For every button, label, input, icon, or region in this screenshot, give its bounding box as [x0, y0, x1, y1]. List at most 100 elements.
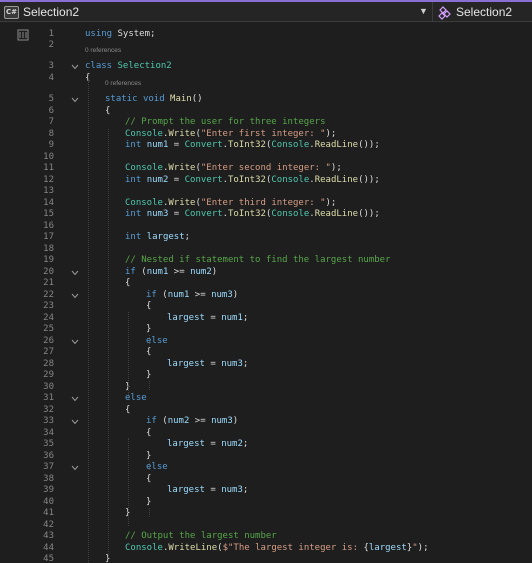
code-line[interactable]: 2 [0, 40, 532, 52]
code-token: largest [167, 313, 205, 323]
code-text: // Output the largest number [125, 531, 277, 543]
code-line[interactable]: 28 largest = num3; [0, 359, 532, 371]
code-line[interactable]: 34 { [0, 428, 532, 440]
code-line[interactable]: 27 { [0, 347, 532, 359]
code-line[interactable]: 1 using System; [0, 29, 532, 41]
code-line[interactable]: 7 // Prompt the user for three integers [0, 117, 532, 129]
project-dropdown[interactable]: C# Selection2 ▼ [0, 2, 432, 22]
code-line[interactable]: 44 Console.WriteLine($"The largest intege… [0, 543, 532, 555]
code-token: { [146, 428, 152, 438]
code-line[interactable]: 21 { [0, 278, 532, 290]
code-token: ) [211, 267, 218, 277]
code-line[interactable]: 16 [0, 221, 532, 233]
line-number: 44 [43, 543, 54, 553]
code-token: largest [167, 485, 205, 495]
code-line[interactable]: 23 { [0, 301, 532, 313]
fold-chevron-icon[interactable] [71, 419, 79, 425]
line-number: 37 [43, 462, 54, 472]
code-line[interactable]: 14 Console.Write("Enter third integer: ")… [0, 198, 532, 210]
code-line[interactable]: 5 static void Main() [0, 94, 532, 106]
line-number: 32 [43, 405, 54, 415]
line-number: 7 [48, 117, 54, 127]
code-line[interactable]: 13 [0, 186, 532, 198]
fold-chevron-icon[interactable] [71, 270, 79, 276]
line-number: 30 [43, 382, 54, 392]
code-line[interactable]: 26 else [0, 336, 532, 348]
code-token: "Enter third integer: " [200, 198, 326, 208]
code-line[interactable]: 11 Console.Write("Enter second integer: "… [0, 163, 532, 175]
code-line[interactable]: 10 [0, 152, 532, 164]
line-number: 6 [48, 106, 54, 116]
code-line[interactable]: 8 Console.Write("Enter first integer: "); [0, 129, 532, 141]
code-line[interactable]: 19 // Nested if statement to find the lar… [0, 255, 532, 267]
code-text: Console.WriteLine($"The largest integer … [125, 543, 429, 555]
code-line[interactable]: 4{ [0, 73, 532, 85]
code-token: int [125, 232, 142, 242]
fold-chevron-icon[interactable] [71, 64, 79, 70]
code-token: num3 [221, 359, 243, 369]
code-text: { [125, 405, 130, 417]
code-line[interactable]: 45} [0, 554, 532, 563]
code-line[interactable]: 29} [0, 370, 532, 382]
line-number: 26 [43, 336, 54, 346]
code-token: = [204, 485, 222, 495]
code-line[interactable]: 25} [0, 324, 532, 336]
code-editor[interactable]: 0 references 0 references 1 using System;… [0, 23, 532, 563]
code-token: ; [242, 359, 249, 369]
code-line[interactable]: 20 if (num1 >= num2) [0, 267, 532, 279]
code-token: Selection2 [117, 61, 172, 71]
code-line[interactable]: 37 else [0, 462, 532, 474]
code-text: Console.Write("Enter second integer: "); [125, 163, 342, 175]
code-token: ToInt32 [228, 175, 266, 185]
code-line[interactable]: 22 if (num1 >= num3) [0, 290, 532, 302]
code-line[interactable]: 38 { [0, 474, 532, 486]
code-line[interactable]: 30} [0, 382, 532, 394]
code-line[interactable]: 3 class Selection2 [0, 61, 532, 73]
code-line[interactable]: 36} [0, 451, 532, 463]
code-line[interactable]: 12 int num2 = Convert.ToInt32(Console.Rea… [0, 175, 532, 187]
code-line[interactable]: 32 { [0, 405, 532, 417]
code-line[interactable]: 39 largest = num3; [0, 485, 532, 497]
fold-chevron-icon[interactable] [71, 339, 79, 345]
code-token: static [105, 94, 138, 104]
line-number: 13 [43, 186, 54, 196]
code-text: { [105, 106, 110, 118]
code-token: ()); [358, 140, 380, 150]
code-text: using System; [85, 29, 155, 41]
fold-chevron-icon[interactable] [71, 97, 79, 103]
chevron-down-icon[interactable]: ▼ [419, 6, 428, 16]
type-dropdown[interactable]: Selection2 [432, 2, 532, 22]
code-line[interactable]: 35 largest = num2; [0, 439, 532, 451]
navigation-bar: C# Selection2 ▼ Selection2 [0, 2, 532, 22]
code-line[interactable]: 15 int num3 = Convert.ToInt32(Console.Rea… [0, 209, 532, 221]
code-text: } [146, 497, 151, 509]
code-line[interactable]: 24 largest = num1; [0, 313, 532, 325]
code-line[interactable]: 31 else [0, 393, 532, 405]
code-text: { [146, 301, 151, 313]
indent-guide [149, 461, 150, 470]
code-token: num2 [221, 439, 243, 449]
fold-chevron-icon[interactable] [71, 465, 79, 471]
code-line[interactable]: 33 if (num2 >= num3) [0, 416, 532, 428]
code-line[interactable]: 40} [0, 497, 532, 509]
line-number: 28 [43, 359, 54, 369]
code-token: ; [242, 439, 249, 449]
code-line[interactable]: 43 // Output the largest number [0, 531, 532, 543]
code-text: // Nested if statement to find the large… [125, 255, 391, 267]
code-line[interactable]: 42 [0, 520, 532, 532]
line-number: 17 [43, 232, 54, 242]
indent-guide [128, 438, 129, 526]
code-line[interactable]: 9 int num1 = Convert.ToInt32(Console.Read… [0, 140, 532, 152]
code-text: if (num1 >= num2) [125, 267, 217, 279]
code-line[interactable]: 18 [0, 244, 532, 256]
line-number: 8 [48, 129, 54, 139]
code-line[interactable]: 6{ [0, 106, 532, 118]
fold-chevron-icon[interactable] [71, 396, 79, 402]
code-token: int [125, 175, 142, 185]
line-number: 20 [43, 267, 54, 277]
code-line[interactable]: 41} [0, 508, 532, 520]
line-number: 21 [43, 278, 54, 288]
fold-chevron-icon[interactable] [71, 293, 79, 299]
code-token: System; [112, 29, 156, 39]
code-line[interactable]: 17 int largest; [0, 232, 532, 244]
